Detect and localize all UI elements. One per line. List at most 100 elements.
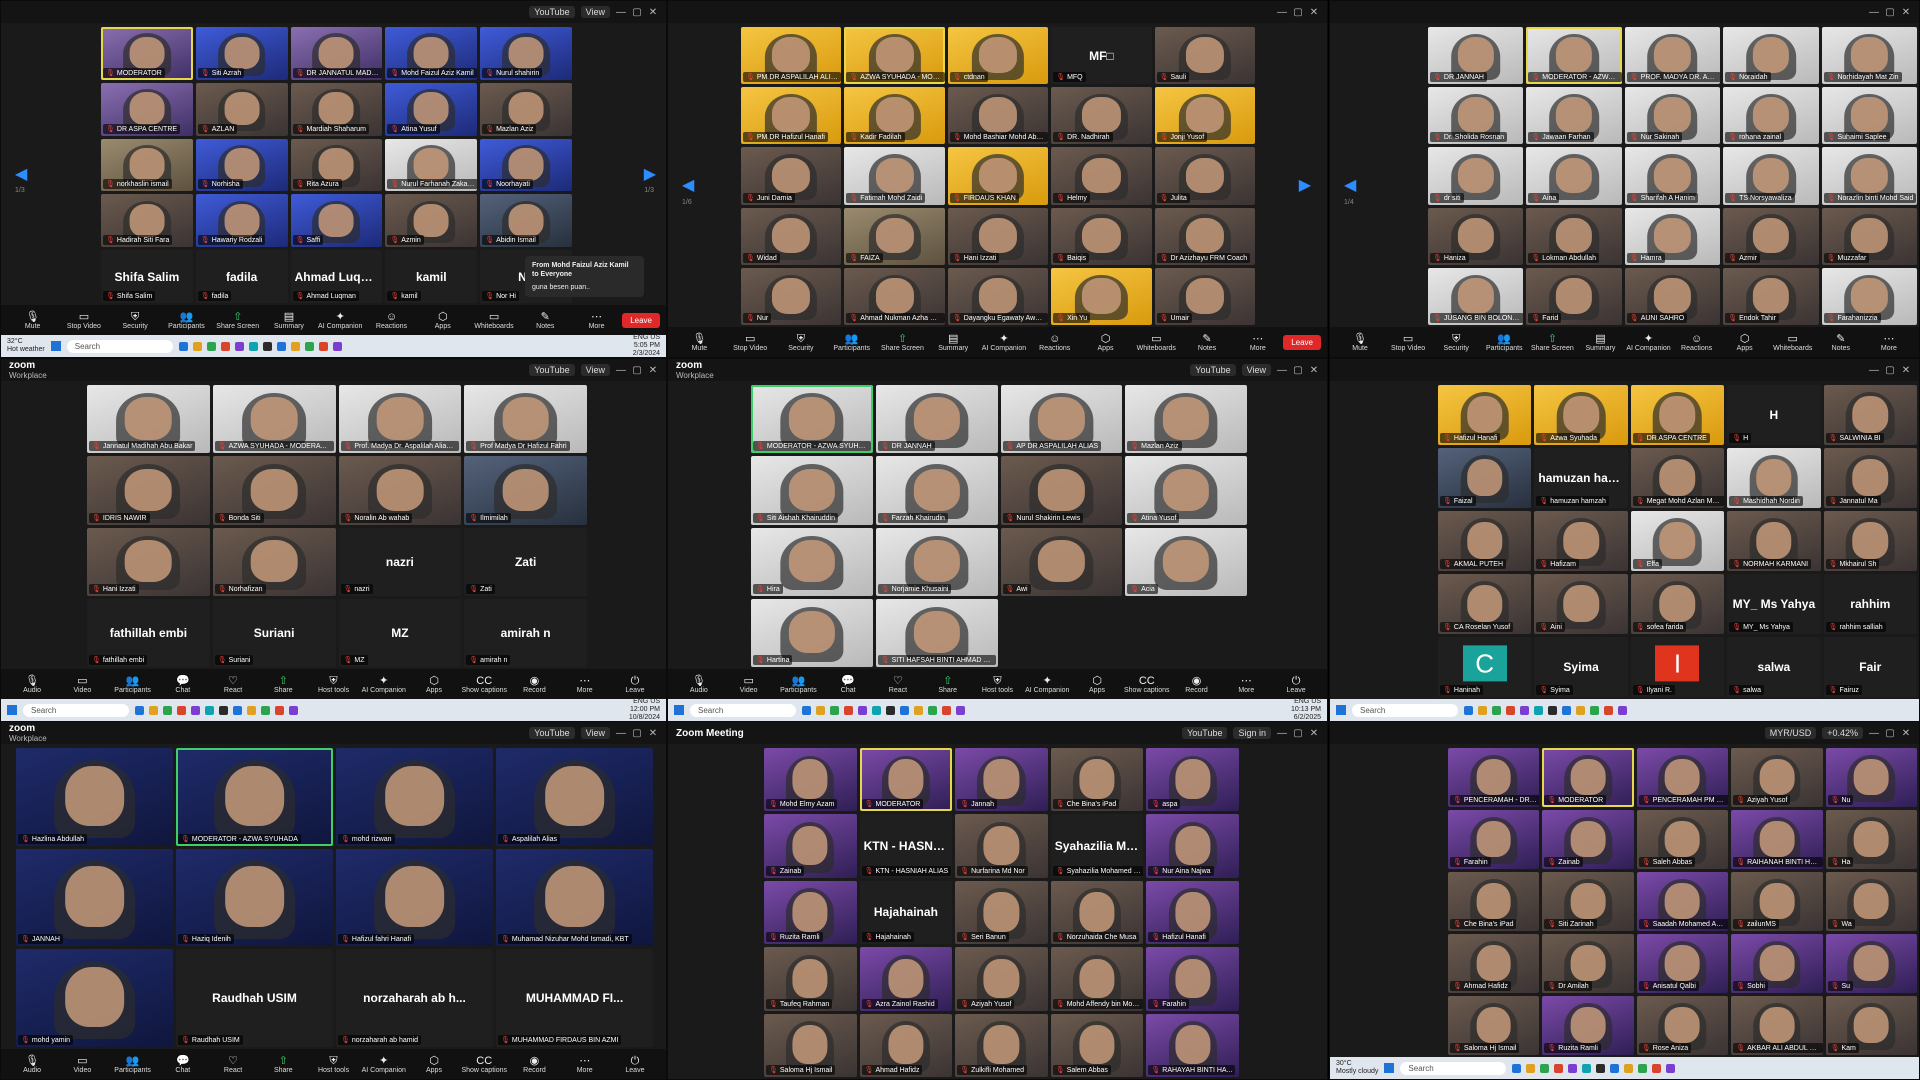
participant-tile[interactable]: 🎙︎ Xin Yu [1051,267,1152,325]
participant-tile[interactable]: 🎙︎ Hani Izzati [947,207,1049,265]
participant-tile[interactable]: 🎙︎ Farahin [1448,810,1540,869]
taskbar-app-icon[interactable] [1652,1063,1662,1073]
next-page-icon[interactable]: ▶ [1299,175,1311,195]
windows-start-icon[interactable] [1336,705,1346,715]
participant-tile[interactable]: 🎙︎ MODERATOR [101,27,193,80]
system-clock[interactable]: ENG US 12:00 PM 10/8/2024 [629,698,660,721]
taskbar-app-icon[interactable] [1492,705,1501,715]
participant-tile[interactable]: 🎙︎ Ahmad Hafidz [859,1013,953,1077]
participant-tile[interactable]: Zati 🎙︎ Zati [464,527,587,596]
share-screen-button[interactable]: ⇧ Share Screen [1528,333,1576,352]
record-button[interactable]: ◉ Record [1172,675,1222,694]
youtube-stream-indicator[interactable]: YouTube [529,364,575,376]
reactions-button[interactable]: ☺ Reactions [366,311,417,330]
taskbar-app-icon[interactable] [290,341,300,351]
participant-tile[interactable]: 🎙︎ DR JANNATUL MADIHAH [290,27,383,80]
security-button[interactable]: ⛨ Security [776,333,827,352]
participant-tile[interactable]: 🎙︎ Effa [1630,511,1725,571]
share-button[interactable]: ⇧ Share [258,1055,308,1074]
participant-tile[interactable]: 🎙︎ Aina [1526,147,1622,205]
participant-tile[interactable]: 🎙︎ ctdnan [947,27,1049,85]
taskbar-app-icon[interactable] [1604,705,1613,715]
taskbar-app-icon[interactable] [1464,705,1473,715]
notes-button[interactable]: ✎ Notes [1817,333,1865,352]
taskbar-app-icon[interactable] [830,705,839,715]
stop-video-button[interactable]: ▭ Stop Video [58,311,109,330]
participant-tile[interactable]: 🎙︎ SALWINIA BI [1823,385,1917,445]
participant-tile[interactable]: 🎙︎ Aziyah Yusof [1731,748,1823,807]
participant-tile[interactable]: 🎙︎ Saadah Mohamed Akhir [1636,872,1729,931]
participant-tile[interactable]: 🎙︎ Mohd Faizul Aziz Kamil [385,27,478,80]
participant-tile[interactable]: 🎙︎ AUNI SAHRO [1624,267,1721,325]
leave-button[interactable]: Leave [622,312,660,328]
reactions-button[interactable]: ☺ Reactions [1673,333,1721,352]
system-clock[interactable]: ENG US 10:13 PM 6/2/2025 [1291,698,1321,721]
weather-widget[interactable]: 30°C Mostly cloudy [1336,1060,1378,1076]
chat-button[interactable]: 💬 Chat [158,675,208,694]
windows-start-icon[interactable] [7,705,17,715]
taskbar-app-icon[interactable] [1610,1063,1620,1073]
participant-tile[interactable]: 🎙︎ Farahin [1146,947,1239,1011]
participant-tile[interactable]: 🎙︎ Dr Amilah [1542,934,1634,993]
mute-button[interactable]: 🎙 Mute [674,333,725,352]
participant-tile[interactable]: MZ 🎙︎ MZ [338,598,462,667]
prev-page-icon[interactable]: ◀ [1344,175,1356,195]
chat-notification[interactable]: From Mohd Faizul Aziz Kamil to Everyone gu… [525,256,644,297]
participant-tile[interactable]: 🎙︎ DR JANNAH [875,385,998,454]
taskbar-app-icon[interactable] [304,341,314,351]
participant-tile[interactable]: 🎙︎ dr siti [1428,147,1524,205]
taskbar-app-icon[interactable] [248,341,258,351]
taskbar-app-icon[interactable] [233,705,242,715]
participant-tile[interactable]: 🎙︎ Mashidhah Nordin [1727,448,1821,508]
participant-tile[interactable]: 🎙︎ Norhafizan [212,527,336,596]
record-button[interactable]: ◉ Record [509,675,559,694]
weather-widget[interactable]: 32°C Hot weather [7,338,45,354]
participant-tile[interactable]: 🎙︎ aspa [1146,748,1239,812]
minimize-icon[interactable]: — [1869,7,1879,18]
more-button[interactable]: ⋯ More [560,675,610,694]
taskbar-app-icon[interactable] [1576,705,1585,715]
ai-companion-button[interactable]: ✦ AI Companion [1624,333,1672,352]
participant-tile[interactable]: 🎙︎ mohd yamin [16,949,173,1047]
taskbar-app-icon[interactable] [928,705,937,715]
whiteboards-button[interactable]: ▭ Whiteboards [1769,333,1817,352]
participant-tile[interactable]: 🎙︎ Norazlin binti Mohd Said [1821,147,1917,205]
participant-tile[interactable]: 🎙︎ Haniza [1428,207,1524,265]
participant-tile[interactable]: 🎙︎AZWA SYUHADA - MODERATOR [844,27,945,85]
participant-tile[interactable]: 🎙︎ Mazlan Aziz [1125,385,1247,454]
maximize-icon[interactable]: ▢ [632,7,642,18]
taskbar-app-icon[interactable] [858,705,867,715]
participant-tile[interactable]: 🎙︎ Ruzita Ramli [1542,996,1634,1055]
participant-tile[interactable]: 🎙︎ Atina Yusuf [385,82,478,136]
participant-tile[interactable]: 🎙︎AKBAR ALI ABDUL RAZAK [1731,996,1823,1055]
participant-tile[interactable]: 🎙︎ Zulkifli Mohamed [955,1013,1048,1077]
view-button[interactable]: Sign in [1233,727,1271,739]
next-page-icon[interactable]: ▶ [644,164,656,184]
close-icon[interactable]: ✕ [648,7,658,18]
minimize-icon[interactable]: — [1277,365,1287,376]
participant-tile[interactable]: 🎙︎ Siti Zarinah [1542,872,1634,931]
participant-tile[interactable]: Syahazilia Moh... 🎙︎ Syahazilia Mohamed Is… [1050,814,1144,878]
participant-tile[interactable]: 🎙︎ DR ASPA CENTRE [1630,385,1725,445]
taskbar-app-icon[interactable] [914,705,923,715]
ai-companion-button[interactable]: ✦ AI Companion [359,1055,409,1074]
audio-button[interactable]: 🎙 Audio [7,1055,57,1074]
maximize-icon[interactable]: ▢ [1885,7,1895,18]
participant-tile[interactable]: 🎙︎ Ahmad Nukman Azha Harr... [844,267,945,325]
taskbar-app-icon[interactable] [816,705,825,715]
maximize-icon[interactable]: ▢ [632,365,642,376]
taskbar-app-icon[interactable] [163,705,172,715]
participant-tile[interactable]: 🎙︎ Hafizul Hanafi [1146,880,1239,945]
mute-button[interactable]: 🎙 Mute [7,311,58,330]
participant-tile[interactable]: 🎙︎ DR JANNAH [1428,27,1524,85]
participant-tile[interactable]: 🎙︎ Che Bina's iPad [1448,872,1540,931]
chat-button[interactable]: 💬 Chat [823,675,873,694]
participant-tile[interactable]: 🎙︎PM DR ASPALILAH ALIAS (S... [741,27,842,85]
share-button[interactable]: ⇧ Share [258,675,308,694]
taskbar-app-icon[interactable] [886,705,895,715]
participants-button[interactable]: 👥 Participants [107,1055,157,1074]
participant-tile[interactable]: 🎙︎ Sobhi [1731,934,1823,993]
participant-tile[interactable]: 🎙︎ Salem Abbas [1050,1013,1144,1077]
participant-tile[interactable]: 🎙︎ Mkhairul Sh [1823,511,1917,571]
participant-tile[interactable]: 🎙︎ Dr Azizhayu FRM Coach [1154,207,1255,265]
